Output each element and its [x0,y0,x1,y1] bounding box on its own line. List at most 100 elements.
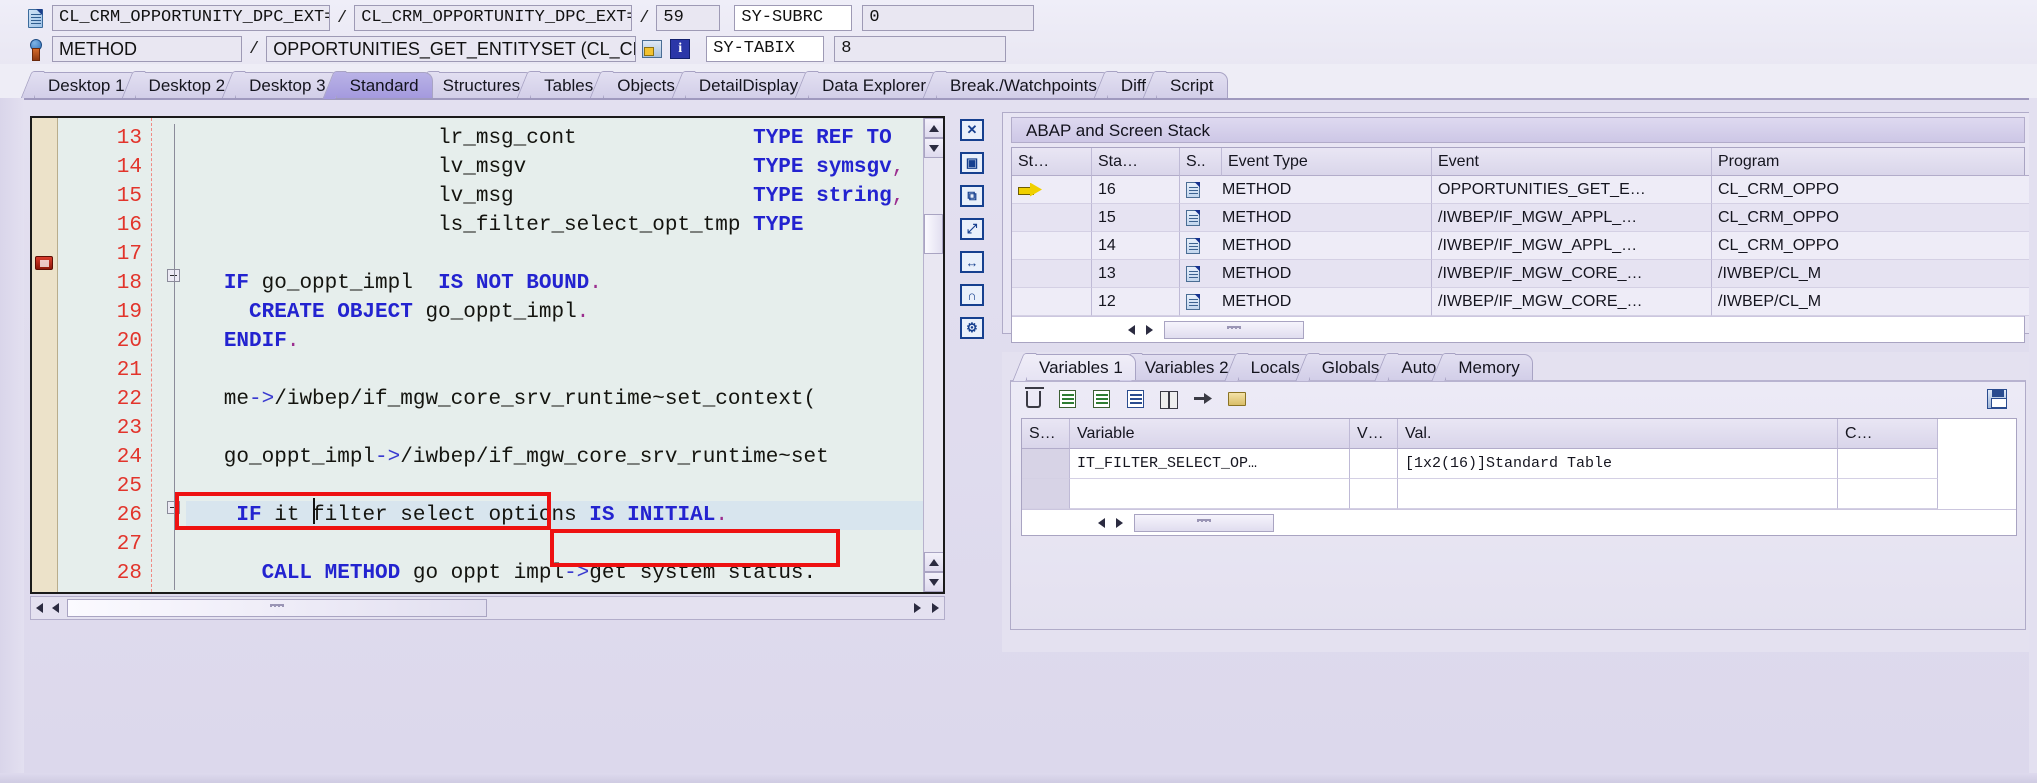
variables-tab-memory[interactable]: Memory [1445,354,1533,380]
stack-scroll-left-icon[interactable] [1122,321,1140,339]
paste-row-icon[interactable] [1123,387,1147,411]
goto-icon[interactable] [1191,387,1215,411]
variables-hscroll-thumb[interactable] [1134,513,1274,532]
stack-row[interactable]: 14 METHOD/IWBEP/IF_MGW_APPL_… CL_CRM_OPPO [1012,232,2037,260]
screen-icon[interactable] [640,37,664,61]
scroll-page-down-button[interactable] [924,572,943,592]
variables-grid[interactable]: S… Variable V… Val. C… IT_FILTER_SELECT_OP… [… [1021,418,2017,536]
variables-grid-hscroll[interactable] [1022,509,2016,535]
code-line[interactable] [186,356,943,385]
scroll-up-button[interactable] [924,118,943,138]
sy-tabix-value[interactable]: 8 [834,36,1007,62]
variables-column-header[interactable]: S… [1022,419,1070,449]
variables-select-cell[interactable] [1022,479,1070,509]
variables-column-header[interactable]: Val. [1398,419,1838,449]
tab-standard[interactable]: Standard [335,72,433,98]
scroll-page-up-button[interactable] [924,552,943,572]
hscroll-left-end-button[interactable] [31,598,47,618]
variables-ccell[interactable] [1838,479,1938,509]
hscroll-left-button[interactable] [47,598,63,618]
variables-scroll-left-icon[interactable] [1092,514,1110,532]
code-line[interactable]: IF it filter select options IS INITIAL. [186,501,943,530]
code-line[interactable]: lv_msg TYPE string, [186,182,943,211]
event-name-field[interactable]: OPPORTUNITIES_GET_ENTITYSET (CL_CRM_OPPO… [266,36,637,62]
code-line[interactable] [186,472,943,501]
variables-toolbar[interactable] [1011,382,2025,416]
stack-row[interactable]: 12 METHOD/IWBEP/IF_MGW_CORE_…/IWBEP/CL_M [1012,288,2037,316]
stack-column-header[interactable]: Sta… [1092,148,1180,176]
new-window-icon[interactable]: ▣ [957,149,987,177]
stack-column-header[interactable]: St… [1012,148,1092,176]
tab-detaildisplay[interactable]: DetailDisplay [684,72,813,98]
variables-select-cell[interactable] [1022,449,1070,479]
fold-toggle[interactable] [162,269,184,298]
hscroll-right-end-button[interactable] [926,598,944,618]
variables-row[interactable]: IT_FILTER_SELECT_OP… [1x2(16)]Standard Ta… [1022,449,2016,479]
code-line[interactable] [186,240,943,269]
code-line[interactable]: go_oppt_impl->/iwbep/if_mgw_core_srv_run… [186,443,943,472]
stack-row[interactable]: 15 METHOD/IWBEP/IF_MGW_APPL_… CL_CRM_OPPO [1012,204,2037,232]
stack-grid[interactable]: St… Sta… S.. Event Type Event Program 16 METHO… [1011,147,2037,343]
code-vertical-scrollbar[interactable] [923,118,943,592]
close-editor-icon[interactable]: ✕ [957,116,987,144]
line-number-field[interactable]: 59 [656,5,721,31]
variables-ccell[interactable] [1838,449,1938,479]
source-code-editor[interactable]: 13 14 15 16 17 18 19 20 21 22 23 24 25 26 27 28 lr_msg_… [30,116,945,594]
tab-script[interactable]: Script [1156,72,1228,98]
code-text-column[interactable]: lr_msg_cont TYPE REF TO lv_msgv TYPE sym… [186,124,943,588]
variables-value[interactable] [1398,479,1838,509]
code-line[interactable]: IF go_oppt_impl IS NOT BOUND. [186,269,943,298]
sy-subrc-value[interactable]: 0 [862,5,1035,31]
stack-row[interactable]: 13 METHOD/IWBEP/IF_MGW_CORE_…/IWBEP/CL_M [1012,260,2037,288]
variables-vtype[interactable] [1350,479,1398,509]
variables-column-header[interactable]: V… [1350,419,1398,449]
variables-name[interactable]: IT_FILTER_SELECT_OP… [1070,449,1350,479]
settings-tools-icon[interactable]: ⚙ [957,314,987,342]
variables-column-header[interactable]: C… [1838,419,1938,449]
copy-row-icon[interactable] [1089,387,1113,411]
code-line[interactable]: ls_filter_select_opt_tmp TYPE [186,211,943,240]
save-icon[interactable] [1985,387,2009,411]
hscroll-right-button[interactable] [908,598,926,618]
tab-break-watchpoints[interactable]: Break./Watchpoints [936,72,1111,98]
stack-grid-body[interactable]: 16 METHOD OPPORTUNITIES_GET_E… CL_CRM_OPPO 1… [1012,176,2037,316]
stack-row[interactable]: 16 METHOD OPPORTUNITIES_GET_E… CL_CRM_OPPO [1012,176,2037,204]
information-icon[interactable]: i [668,37,692,61]
code-line[interactable] [186,530,943,559]
delete-icon[interactable] [1021,386,1045,411]
event-type-field[interactable]: METHOD [52,36,242,62]
variables-vtype[interactable] [1350,449,1398,479]
breakpoint-icon[interactable] [35,256,55,276]
code-line[interactable]: ENDIF. [186,327,943,356]
variables-row[interactable] [1022,479,2016,509]
compare-icon[interactable] [1157,387,1181,411]
code-horizontal-scrollbar[interactable] [30,596,945,620]
stack-column-header[interactable]: Program [1712,148,2037,176]
code-line[interactable]: me->/iwbep/if_mgw_core_srv_runtime~set_c… [186,385,943,414]
code-line[interactable] [186,414,943,443]
variables-scroll-right-icon[interactable] [1110,514,1128,532]
stack-column-header[interactable]: Event [1432,148,1712,176]
fit-width-icon[interactable]: ↔ [957,248,987,276]
layout-swap-icon[interactable]: ⧉ [957,182,987,210]
fold-toggle[interactable] [162,501,184,530]
code-lines-area[interactable]: 13 14 15 16 17 18 19 20 21 22 23 24 25 26 27 28 lr_msg_… [58,118,943,592]
code-line[interactable]: lv_msgv TYPE symsgv, [186,153,943,182]
insert-row-icon[interactable] [1055,387,1079,411]
scroll-down-button[interactable] [924,138,943,158]
stack-column-header[interactable]: S.. [1180,148,1222,176]
class-name-field[interactable]: CL_CRM_OPPORTUNITY_DPC_EXT===… [52,5,330,31]
headphones-icon[interactable]: ∩ [957,281,987,309]
code-line[interactable]: CALL METHOD go oppt impl->get system sta… [186,559,943,588]
code-line[interactable]: CREATE OBJECT go_oppt_impl. [186,298,943,327]
hscroll-thumb[interactable] [67,599,487,617]
stack-scroll-right-icon[interactable] [1140,321,1158,339]
variables-name[interactable] [1070,479,1350,509]
code-folding-column[interactable] [162,124,184,588]
editor-side-toolbar[interactable]: ✕ ▣ ⧉ ⤢ ↔ ∩ ⚙ [954,116,994,339]
variables-column-header[interactable]: Variable [1070,419,1350,449]
folder-icon[interactable] [1225,387,1249,411]
stack-column-header[interactable]: Event Type [1222,148,1432,176]
variables-tab-variables-1[interactable]: Variables 1 [1026,354,1136,380]
variables-value[interactable]: [1x2(16)]Standard Table [1398,449,1838,479]
